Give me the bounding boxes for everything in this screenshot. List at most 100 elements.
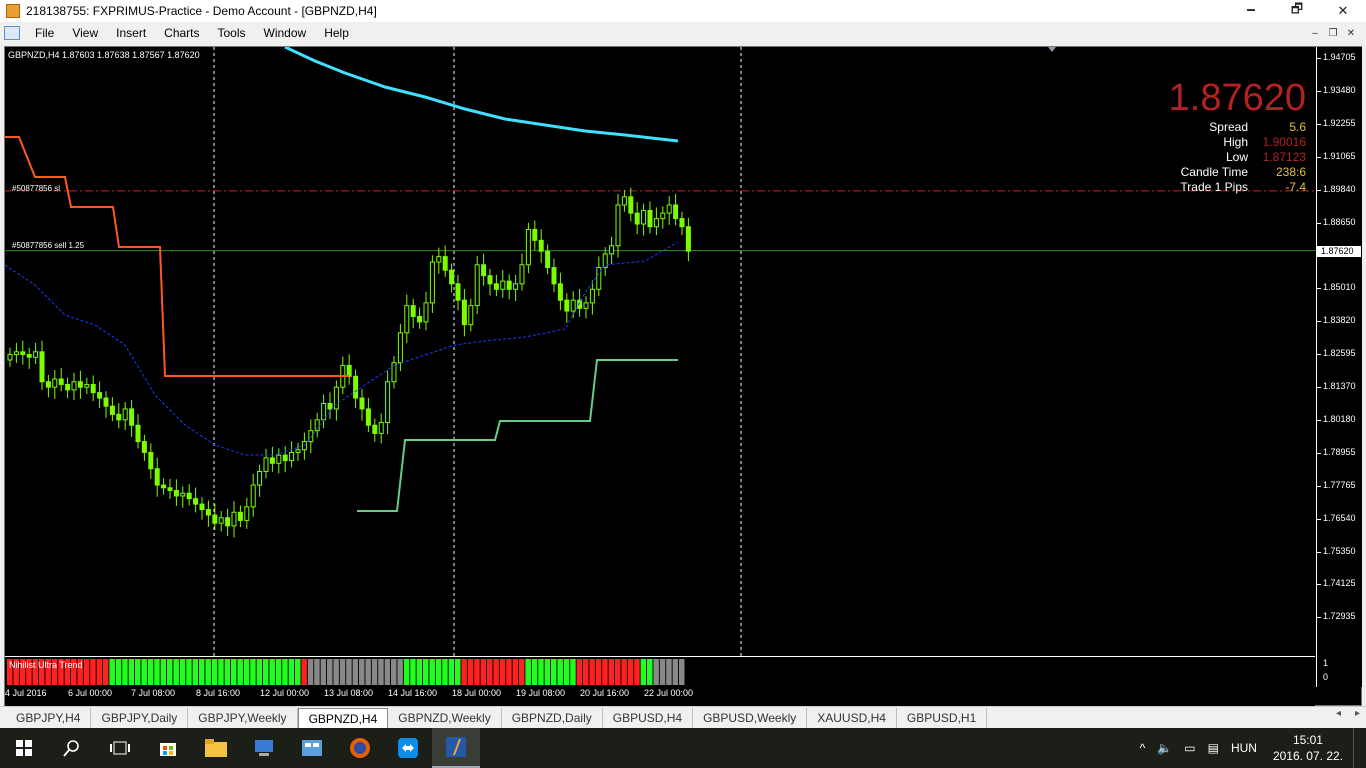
mdi-restore-button[interactable]: ❐ — [1326, 26, 1340, 40]
close-button[interactable]: ✕ — [1320, 0, 1366, 22]
trend-bar — [333, 659, 339, 685]
teamviewer-icon[interactable] — [384, 728, 432, 768]
start-button[interactable] — [0, 728, 48, 768]
trend-bar — [576, 659, 583, 685]
trend-bar — [499, 659, 506, 685]
price-tick-mark — [1317, 452, 1321, 454]
candle-body — [557, 283, 563, 301]
price-tick-mark — [1317, 189, 1321, 191]
taskbar-clock[interactable]: 15:01 2016. 07. 22. — [1263, 732, 1353, 764]
sell-order-label: #50877856 sell 1.25 — [12, 241, 85, 250]
menu-view[interactable]: View — [63, 26, 107, 40]
menu-file[interactable]: File — [26, 26, 63, 40]
chart-tab[interactable]: GBPJPY,Daily — [91, 708, 189, 728]
candle-body — [20, 351, 26, 356]
price-chart[interactable] — [5, 47, 1316, 656]
trend-bar — [512, 659, 519, 685]
minimize-button[interactable]: 🗕 — [1228, 0, 1274, 22]
candle-body — [506, 280, 512, 290]
firefox-icon[interactable] — [336, 728, 384, 768]
candle-body — [673, 204, 679, 220]
candle-body — [45, 381, 51, 388]
candle-body — [231, 511, 237, 527]
window-title: 218138755: FXPRIMUS-Practice - Demo Acco… — [26, 4, 377, 18]
candle-body — [161, 484, 167, 489]
tab-scroll-arrows: ◂ ▸ — [1336, 708, 1360, 719]
task-view-icon[interactable] — [96, 728, 144, 768]
chart-tab[interactable]: GBPNZD,Daily — [502, 708, 603, 728]
candle-body — [609, 245, 615, 255]
menu-window[interactable]: Window — [255, 26, 316, 40]
chart-tab[interactable]: GBPJPY,H4 — [6, 708, 92, 728]
trend-bar — [378, 659, 384, 685]
mdi-close-button[interactable]: ✕ — [1344, 26, 1358, 40]
menu-help[interactable]: Help — [315, 26, 358, 40]
trend-bar — [218, 659, 224, 685]
trend-bar — [659, 659, 666, 685]
trend-bar — [679, 659, 685, 685]
time-label: 6 Jul 00:00 — [68, 688, 113, 698]
candle-body — [538, 239, 544, 252]
message-icon[interactable]: ▤ — [1202, 741, 1225, 755]
show-desktop-button[interactable] — [1353, 728, 1366, 768]
trend-bar — [493, 659, 499, 685]
candle-body — [103, 397, 109, 407]
trend-bar — [224, 659, 231, 685]
mdi-minimize-button[interactable]: – — [1308, 26, 1322, 40]
maximize-button[interactable]: 🗗 — [1274, 0, 1320, 22]
candle-body — [583, 302, 589, 309]
price-tick-label: 1.85010 — [1323, 282, 1356, 293]
tab-scroll-left-icon[interactable]: ◂ — [1336, 708, 1341, 719]
file-explorer-icon[interactable] — [192, 728, 240, 768]
trend-bar — [160, 659, 167, 685]
time-label: 12 Jul 00:00 — [260, 688, 310, 698]
price-tick-mark — [1317, 419, 1321, 421]
trend-bar — [474, 659, 480, 685]
chart-tab[interactable]: GBPJPY,Weekly — [188, 708, 298, 728]
volume-icon[interactable]: 🔈 — [1151, 741, 1178, 755]
indicator-subwindow[interactable] — [5, 656, 1315, 686]
clock-time: 15:01 — [1292, 733, 1323, 747]
trend-bar — [570, 659, 576, 685]
price-tick-label: 1.88650 — [1323, 216, 1356, 227]
candle-body — [26, 354, 32, 358]
price-axis[interactable]: 1.94705 1.93480 1.92255 1.91065 1.89840 1.886… — [1316, 47, 1362, 687]
metatrader-taskbar-icon[interactable] — [432, 728, 480, 768]
chevron-up-icon[interactable]: ^ — [1134, 741, 1152, 755]
chart-tab[interactable]: GBPNZD,H4 — [297, 708, 389, 728]
trend-bar — [147, 659, 154, 685]
chart-tab[interactable]: XAUUSD,H4 — [807, 708, 897, 728]
trend-bar — [551, 659, 557, 685]
chart-tab[interactable]: GBPUSD,H4 — [603, 708, 694, 728]
candle-body — [180, 492, 186, 497]
menu-bar: File View Insert Charts Tools Window Hel… — [0, 22, 1366, 44]
candle-body — [634, 212, 640, 225]
trend-bar — [391, 659, 397, 685]
price-tick-label: 1.93480 — [1323, 84, 1356, 95]
tab-scroll-right-icon[interactable]: ▸ — [1355, 708, 1360, 719]
trend-bar — [384, 659, 391, 685]
computer-icon[interactable] — [240, 728, 288, 768]
control-panel-icon[interactable] — [288, 728, 336, 768]
chart-tab[interactable]: GBPUSD,Weekly — [693, 708, 808, 728]
menu-tools[interactable]: Tools — [209, 26, 255, 40]
language-indicator[interactable]: HUN — [1225, 741, 1263, 755]
battery-icon[interactable]: ▭ — [1178, 741, 1201, 755]
candle-body — [564, 299, 570, 312]
candle-body — [545, 250, 551, 269]
candle-body — [449, 269, 455, 285]
dotted-channel-line — [5, 241, 679, 456]
trend-bar — [115, 659, 122, 685]
trend-bar — [83, 659, 90, 685]
price-tick-label: 1.80180 — [1323, 413, 1356, 424]
chart-tab[interactable]: GBPUSD,H1 — [897, 708, 988, 728]
search-icon[interactable] — [48, 728, 96, 768]
candle-body — [551, 267, 557, 285]
time-axis[interactable]: 4 Jul 2016 6 Jul 00:00 7 Jul 08:00 8 Jul 16… — [5, 686, 1315, 706]
menu-charts[interactable]: Charts — [155, 26, 208, 40]
menu-insert[interactable]: Insert — [107, 26, 155, 40]
store-icon[interactable] — [144, 728, 192, 768]
chart-tab[interactable]: GBPNZD,Weekly — [388, 708, 502, 728]
candle-body — [461, 299, 467, 326]
candle-body — [474, 264, 480, 307]
